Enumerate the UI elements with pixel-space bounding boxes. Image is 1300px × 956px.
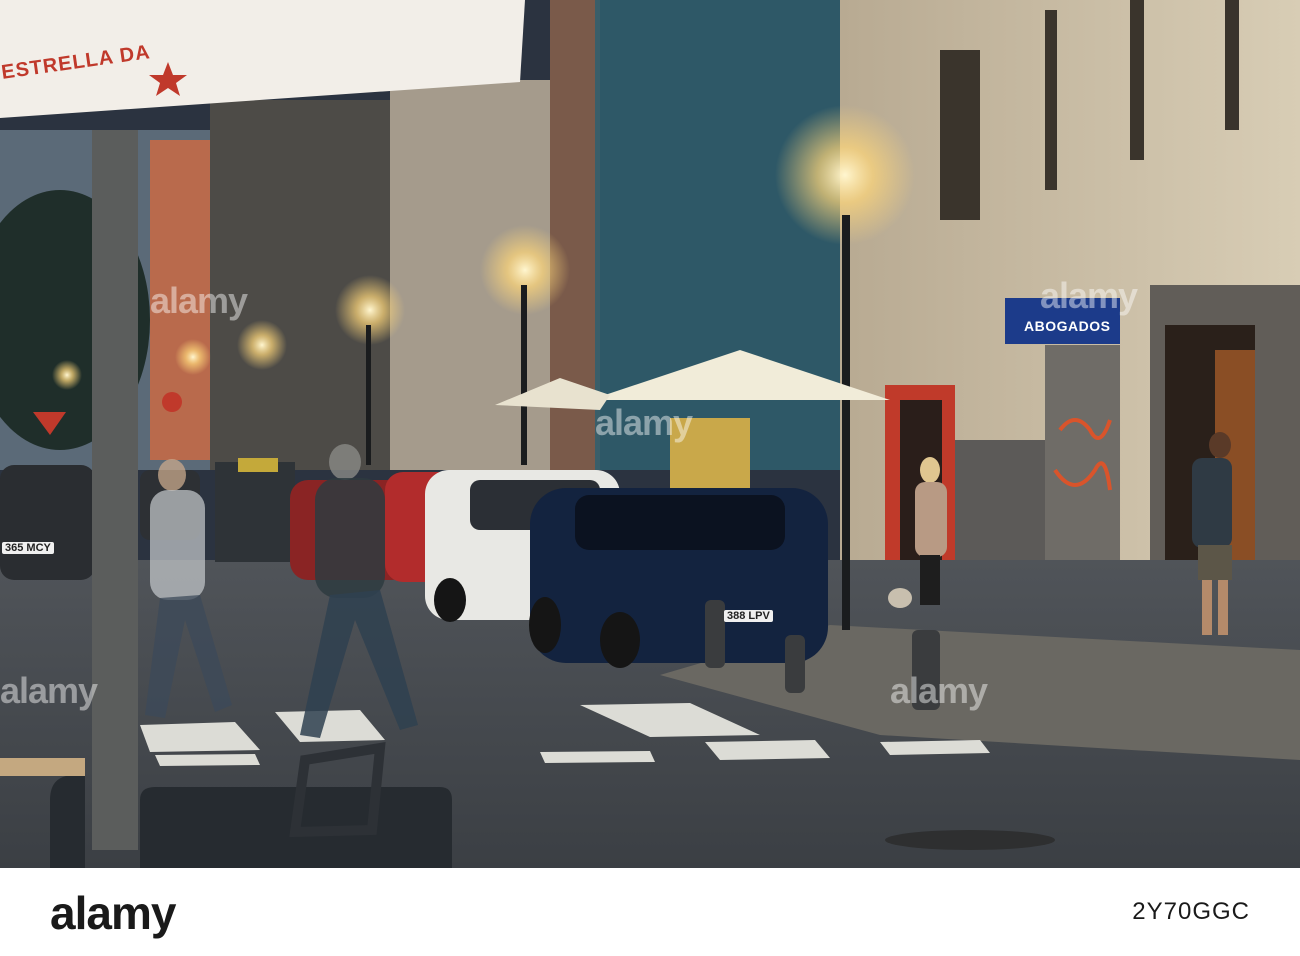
crosswalk-stripe bbox=[155, 754, 260, 766]
cafe-table bbox=[0, 758, 85, 776]
crosswalk-stripe bbox=[540, 751, 655, 763]
lamp-glow bbox=[237, 320, 287, 370]
watermark: alamy bbox=[595, 402, 693, 443]
stock-banner: alamy 2Y70GGC bbox=[0, 868, 1300, 956]
window bbox=[1045, 10, 1057, 190]
lamp-post bbox=[366, 325, 371, 465]
lamp-post bbox=[521, 285, 527, 465]
man-legs bbox=[1218, 580, 1228, 635]
lawyer-sign-text: ABOGADOS bbox=[1024, 318, 1111, 334]
image-id: 2Y70GGC bbox=[1132, 898, 1250, 925]
woman-legs bbox=[920, 555, 940, 605]
street-photo: ESTRELLA DA ABOGADOS 365 MCY 388 LPV ala… bbox=[0, 0, 1300, 868]
window bbox=[940, 50, 980, 220]
man-at-door bbox=[1192, 458, 1232, 548]
license-plate: 365 MCY bbox=[2, 542, 54, 554]
blurred-man-head bbox=[329, 444, 361, 480]
lamp-glow bbox=[175, 339, 211, 375]
watermark: alamy bbox=[1040, 275, 1138, 316]
blurred-person-walking bbox=[150, 490, 205, 600]
license-plate: 388 LPV bbox=[724, 610, 773, 622]
small-dog bbox=[888, 588, 912, 608]
stock-photo-page: ESTRELLA DA ABOGADOS 365 MCY 388 LPV ala… bbox=[0, 0, 1300, 956]
watermark: alamy bbox=[890, 670, 988, 711]
window bbox=[1225, 0, 1239, 130]
woman-head bbox=[920, 457, 940, 483]
watermark: alamy bbox=[150, 280, 248, 321]
blurred-person-head bbox=[158, 459, 186, 491]
woman-walking bbox=[915, 482, 947, 557]
bollard bbox=[705, 600, 725, 668]
crosswalk-stripe bbox=[880, 740, 990, 755]
crosswalk-stripe bbox=[705, 740, 830, 760]
man-shorts bbox=[1198, 545, 1232, 580]
man-legs bbox=[1202, 580, 1212, 635]
alamy-logo[interactable]: alamy bbox=[50, 886, 176, 940]
bollard bbox=[785, 635, 805, 693]
trash-bins bbox=[215, 462, 295, 562]
dark-car bbox=[0, 465, 95, 580]
lamp-glow bbox=[52, 360, 82, 390]
umbrella-pole bbox=[92, 130, 138, 850]
lamp-post bbox=[842, 215, 850, 630]
watermark: alamy bbox=[0, 670, 98, 711]
car-window bbox=[575, 495, 785, 550]
no-parking-sign-icon bbox=[162, 392, 182, 412]
foreground-chair bbox=[50, 775, 85, 868]
manhole-cover bbox=[885, 830, 1055, 850]
man-head bbox=[1209, 432, 1231, 458]
blurred-man-walking bbox=[315, 478, 385, 598]
wheel bbox=[529, 597, 561, 653]
window bbox=[1130, 0, 1144, 160]
bin-lid bbox=[238, 458, 278, 472]
wheel bbox=[434, 578, 466, 622]
wheel bbox=[600, 612, 640, 668]
